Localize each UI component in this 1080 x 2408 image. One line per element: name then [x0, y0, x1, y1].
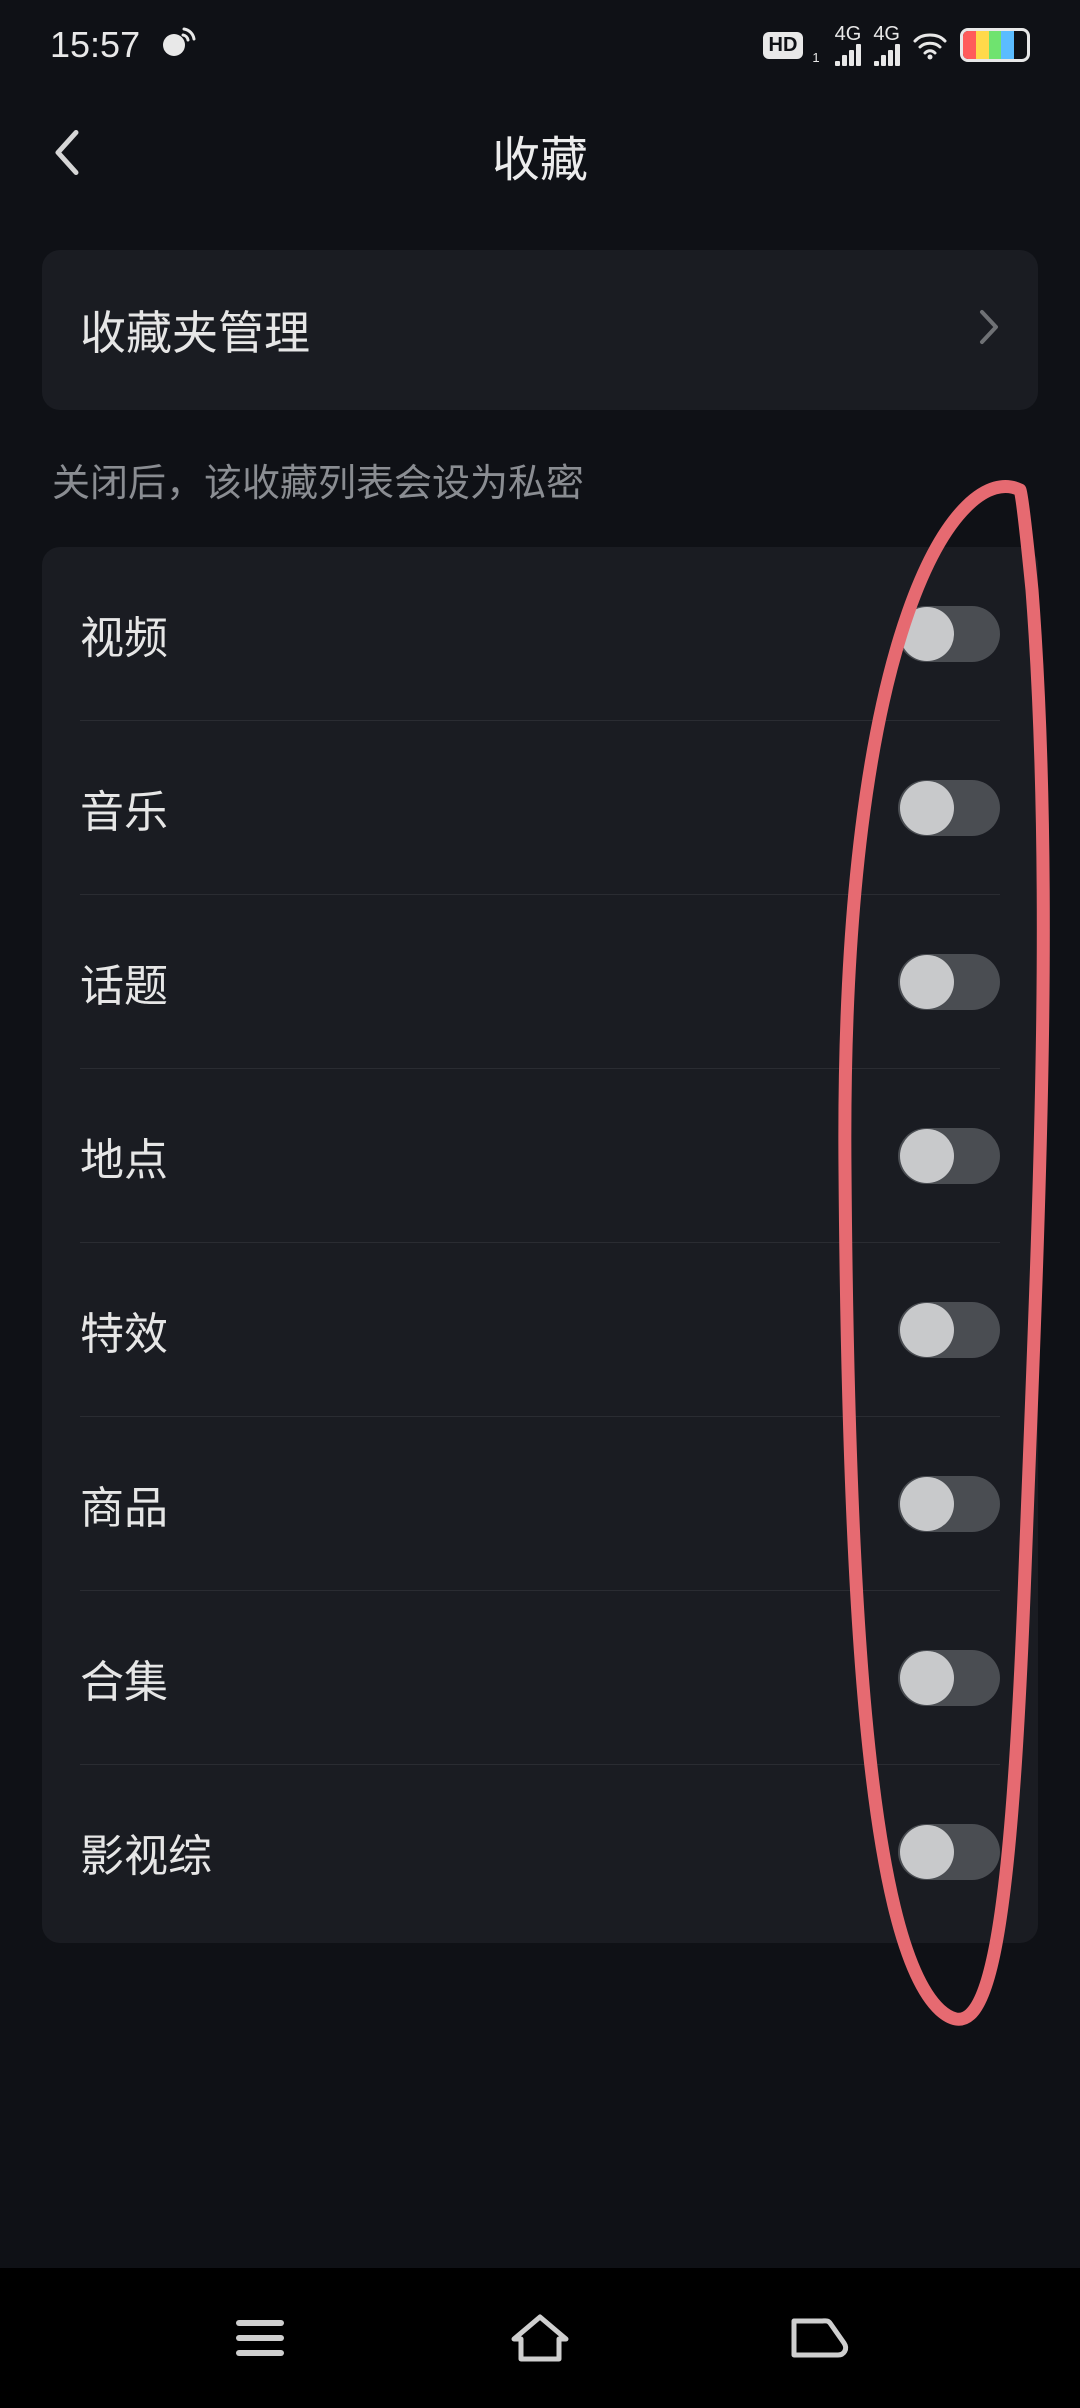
wifi-icon: [912, 30, 948, 60]
toggle-switch-media[interactable]: [898, 1824, 1000, 1880]
toggle-row-media: 影视综: [80, 1765, 1000, 1939]
chevron-left-icon: [50, 127, 82, 179]
toggle-label-effect: 特效: [80, 1298, 168, 1362]
section-description: 关闭后，该收藏列表会设为私密: [42, 410, 1038, 547]
toggle-label-collection: 合集: [80, 1646, 168, 1710]
signal-1-label: 4G: [835, 24, 862, 44]
page-title: 收藏: [492, 120, 588, 190]
weibo-icon: [158, 21, 198, 70]
home-icon: [510, 2313, 570, 2363]
manage-card: 收藏夹管理: [42, 250, 1038, 410]
favorites-manage-row[interactable]: 收藏夹管理: [80, 250, 1000, 410]
content-area: 收藏夹管理 关闭后，该收藏列表会设为私密 视频 音乐 话题 地点 特效: [0, 220, 1080, 1943]
toggle-label-product: 商品: [80, 1472, 168, 1536]
page-header: 收藏: [0, 90, 1080, 220]
toggle-switch-topic[interactable]: [898, 954, 1000, 1010]
signal-2: 4G: [873, 24, 900, 66]
toggle-label-location: 地点: [80, 1124, 168, 1188]
toggle-switch-effect[interactable]: [898, 1302, 1000, 1358]
toggle-switch-collection[interactable]: [898, 1650, 1000, 1706]
toggle-switch-music[interactable]: [898, 780, 1000, 836]
manage-label: 收藏夹管理: [80, 297, 310, 363]
battery-icon: [960, 28, 1030, 62]
toggle-label-media: 影视综: [80, 1820, 212, 1884]
system-nav-bar: [0, 2268, 1080, 2408]
status-right: HD 1 4G 4G: [763, 24, 1031, 66]
toggle-row-collection: 合集: [80, 1591, 1000, 1765]
chevron-right-icon: [978, 303, 1000, 357]
signal-2-label: 4G: [873, 24, 900, 44]
toggle-row-effect: 特效: [80, 1243, 1000, 1417]
status-bar: 15:57 HD 1 4G 4G: [0, 0, 1080, 90]
hd-badge: HD: [763, 32, 804, 59]
toggle-label-music: 音乐: [80, 776, 168, 840]
toggle-row-video: 视频: [80, 547, 1000, 721]
nav-home-button[interactable]: [495, 2303, 585, 2373]
back-button[interactable]: [40, 117, 92, 194]
back-icon: [788, 2315, 852, 2361]
toggle-row-music: 音乐: [80, 721, 1000, 895]
nav-recent-button[interactable]: [215, 2303, 305, 2373]
toggle-switch-video[interactable]: [898, 606, 1000, 662]
toggle-label-video: 视频: [80, 602, 168, 666]
hd-sub: 1: [812, 50, 819, 65]
signal-1: 4G: [835, 24, 862, 66]
toggles-card: 视频 音乐 话题 地点 特效 商品 合集 影视综: [42, 547, 1038, 1943]
toggle-row-product: 商品: [80, 1417, 1000, 1591]
toggle-switch-location[interactable]: [898, 1128, 1000, 1184]
nav-back-button[interactable]: [775, 2303, 865, 2373]
status-left: 15:57: [50, 21, 198, 70]
menu-icon: [232, 2316, 288, 2360]
toggle-row-location: 地点: [80, 1069, 1000, 1243]
status-time: 15:57: [50, 24, 140, 66]
toggle-row-topic: 话题: [80, 895, 1000, 1069]
toggle-label-topic: 话题: [80, 950, 168, 1014]
toggle-switch-product[interactable]: [898, 1476, 1000, 1532]
